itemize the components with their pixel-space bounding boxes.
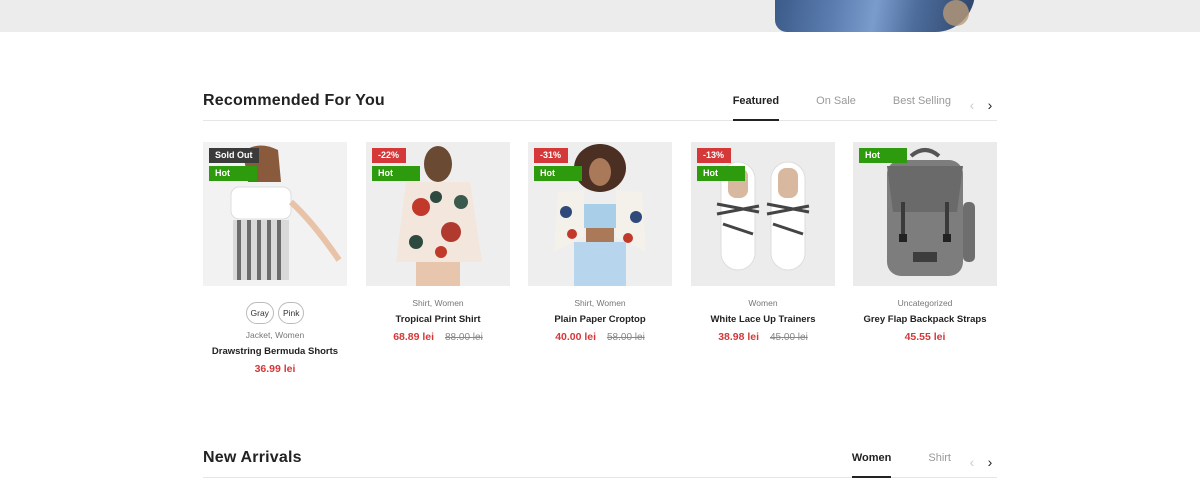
hot-badge: Hot: [209, 166, 257, 181]
product-old-price: 45.00 lei: [769, 332, 808, 343]
tab-on-sale[interactable]: On Sale: [816, 90, 856, 120]
product-prices: 68.89 lei 88.00 lei: [366, 331, 510, 343]
hot-badge: Hot: [534, 166, 582, 181]
recommended-section: Recommended For You Featured On Sale Bes…: [203, 90, 997, 375]
product-name[interactable]: Drawstring Bermuda Shorts: [203, 346, 347, 357]
new-arrivals-tabs: Women Shirt ‹ ›: [815, 447, 997, 478]
banner-photo: [775, 0, 975, 32]
product-card[interactable]: -22% Hot Shirt, Women Tropical Print Shi…: [366, 142, 510, 343]
sold-out-badge: Sold Out: [209, 148, 259, 163]
product-prices: 45.55 lei: [853, 331, 997, 343]
discount-badge: -13%: [697, 148, 731, 163]
product-card[interactable]: Sold Out Hot Gray Pink Jacket, Women Dra…: [203, 142, 347, 375]
tab-women[interactable]: Women: [851, 447, 891, 478]
badge-group: Sold Out Hot: [209, 148, 259, 184]
tab-featured[interactable]: Featured: [732, 90, 780, 121]
new-arrivals-title: New Arrivals: [203, 449, 302, 466]
discount-badge: -22%: [372, 148, 406, 163]
recommended-arrows: ‹ ›: [965, 90, 997, 120]
swatch-pink[interactable]: Pink: [277, 302, 305, 324]
product-prices: 40.00 lei 58.00 lei: [528, 331, 672, 343]
discount-badge: -31%: [534, 148, 568, 163]
product-name[interactable]: Grey Flap Backpack Straps: [853, 314, 997, 325]
chevron-right-icon[interactable]: ›: [983, 94, 997, 116]
product-price: 45.55 lei: [904, 331, 946, 343]
product-name[interactable]: White Lace Up Trainers: [691, 314, 835, 325]
product-image[interactable]: -31% Hot: [528, 142, 672, 286]
product-card[interactable]: Hot Uncategorized Grey Flap Backpack Str…: [853, 142, 997, 343]
tab-shirt[interactable]: Shirt: [928, 447, 951, 477]
hot-badge: Hot: [697, 166, 745, 181]
hot-badge: Hot: [372, 166, 420, 181]
tab-best-selling[interactable]: Best Selling: [893, 90, 951, 120]
product-name[interactable]: Tropical Print Shirt: [366, 314, 510, 325]
top-banner: [0, 0, 1200, 32]
recommended-title: Recommended For You: [203, 92, 385, 109]
badge-group: -13% Hot: [697, 148, 745, 184]
product-card[interactable]: -31% Hot Shirt, Women Plain Paper Cropto…: [528, 142, 672, 343]
product-price: 68.89 lei: [393, 331, 435, 343]
product-old-price: 88.00 lei: [444, 332, 483, 343]
product-price: 36.99 lei: [254, 363, 296, 375]
color-swatches: Gray Pink: [203, 302, 347, 324]
product-old-price: 58.00 lei: [606, 332, 645, 343]
swatch-gray[interactable]: Gray: [245, 302, 274, 324]
product-image[interactable]: Sold Out Hot: [203, 142, 347, 286]
product-categories: Shirt, Women: [574, 298, 626, 308]
product-categories: Uncategorized: [897, 298, 953, 308]
chevron-right-icon[interactable]: ›: [983, 451, 997, 473]
product-name[interactable]: Plain Paper Croptop: [528, 314, 672, 325]
product-prices: 36.99 lei: [203, 363, 347, 375]
recommended-tabs: Featured On Sale Best Selling ‹ ›: [696, 90, 997, 121]
badge-group: Hot: [859, 148, 907, 166]
hot-badge: Hot: [859, 148, 907, 163]
product-categories: Shirt, Women: [412, 298, 464, 308]
product-prices: 38.98 lei 45.00 lei: [691, 331, 835, 343]
new-arrivals-section: New Arrivals Women Shirt ‹ ›: [203, 447, 997, 478]
chevron-left-icon[interactable]: ‹: [965, 94, 979, 116]
new-arrivals-arrows: ‹ ›: [965, 447, 997, 477]
product-grid: Sold Out Hot Gray Pink Jacket, Women Dra…: [203, 142, 997, 392]
badge-group: -22% Hot: [372, 148, 420, 184]
chevron-left-icon[interactable]: ‹: [965, 451, 979, 473]
product-price: 40.00 lei: [555, 331, 597, 343]
product-image[interactable]: Hot: [853, 142, 997, 286]
product-categories: Women: [748, 298, 778, 308]
product-categories: Jacket, Women: [245, 330, 305, 340]
product-card[interactable]: -13% Hot Women White Lace Up Trainers 38…: [691, 142, 835, 343]
product-image[interactable]: -13% Hot: [691, 142, 835, 286]
recommended-header: Recommended For You Featured On Sale Bes…: [203, 90, 997, 121]
product-image[interactable]: -22% Hot: [366, 142, 510, 286]
product-price: 38.98 lei: [718, 331, 760, 343]
new-arrivals-header: New Arrivals Women Shirt ‹ ›: [203, 447, 997, 478]
badge-group: -31% Hot: [534, 148, 582, 184]
